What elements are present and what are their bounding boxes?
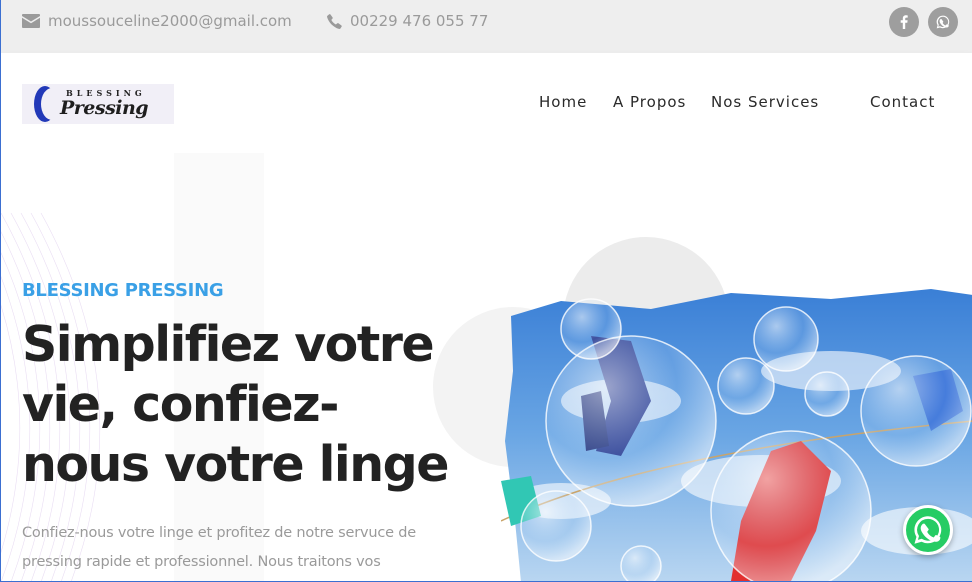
facebook-link[interactable] (889, 7, 919, 37)
headline-line: Simplifiez votre (22, 316, 435, 373)
facebook-icon (900, 15, 908, 29)
hero-image-laundry-bubbles (501, 289, 972, 581)
brand-logo[interactable]: BLESSING Pressing (22, 84, 174, 124)
whatsapp-link[interactable] (928, 7, 958, 37)
top-bar: moussouceline2000@gmail.com 00229 476 05… (1, 0, 972, 53)
hero-headline: Simplifiez votre vie, confiez- nous votr… (22, 315, 452, 495)
nav-item-home[interactable]: Home (539, 93, 587, 111)
email-text: moussouceline2000@gmail.com (48, 12, 292, 30)
contact-email[interactable]: moussouceline2000@gmail.com (22, 11, 292, 31)
whatsapp-icon (914, 516, 942, 544)
main-navbar: BLESSING Pressing Home A Propos Nos Serv… (1, 53, 972, 153)
hero-eyebrow: BLESSING PRESSING (22, 280, 224, 301)
logo-text-bottom: Pressing (60, 97, 149, 119)
page: moussouceline2000@gmail.com 00229 476 05… (0, 0, 972, 582)
nav-item-contact[interactable]: Contact (870, 93, 935, 111)
envelope-icon (22, 14, 40, 28)
headline-line: nous votre linge (22, 436, 449, 493)
phone-icon (327, 13, 342, 29)
phone-text: 00229 476 055 77 (350, 12, 489, 30)
nav-item-nos-services[interactable]: Nos Services (711, 93, 819, 111)
contact-phone[interactable]: 00229 476 055 77 (327, 11, 488, 31)
nav-item-a-propos[interactable]: A Propos (613, 93, 686, 111)
whatsapp-chat-button[interactable] (903, 505, 953, 555)
whatsapp-icon (936, 15, 950, 29)
headline-line: vie, confiez- (22, 376, 339, 433)
hero-paragraph: Confiez-nous votre linge et profitez de … (22, 525, 416, 570)
hero-section: BLESSING PRESSING Simplifiez votre vie, … (1, 153, 972, 581)
